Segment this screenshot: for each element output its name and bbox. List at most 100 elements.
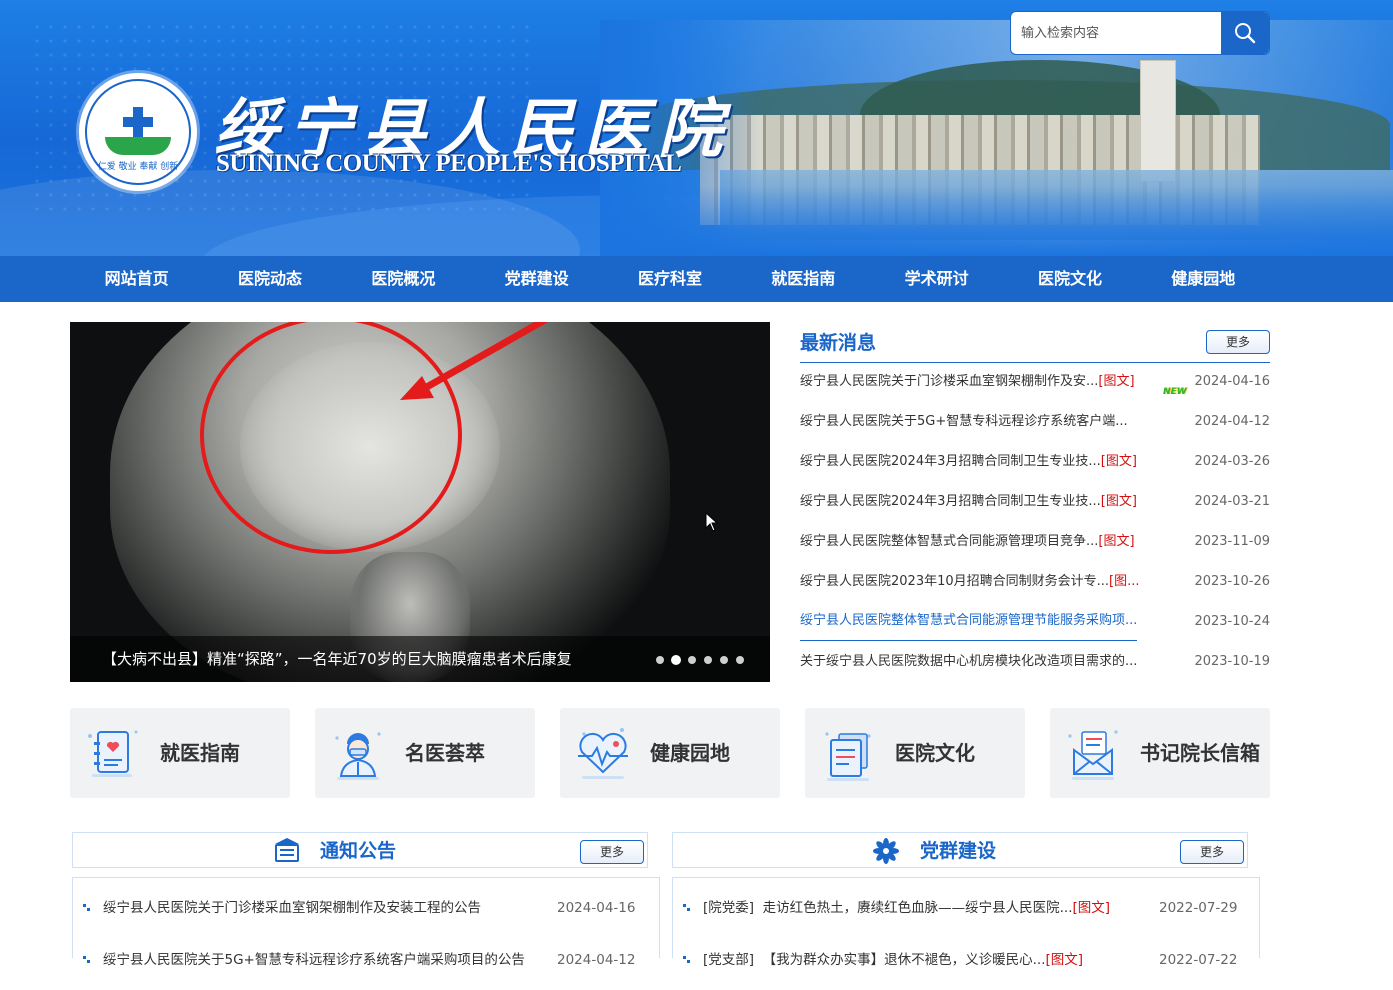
news-date: 2024-03-26 bbox=[1194, 454, 1270, 469]
news-tag: [图... bbox=[1109, 574, 1140, 589]
news-date: 2024-04-16 bbox=[1194, 374, 1270, 389]
main-nav: 网站首页 医院动态 医院概况 党群建设 医疗科室 就医指南 学术研讨 医院文化 … bbox=[0, 256, 1393, 302]
news-item[interactable]: 绥宁县人民医院整体智慧式合同能源管理项目竞争...[图文] 2023-11-09 bbox=[800, 522, 1270, 562]
notice-list: 绥宁县人民医院关于门诊楼采血室钢架棚制作及安装工程的公告 2024-04-16 … bbox=[72, 877, 660, 968]
search-icon bbox=[1235, 23, 1256, 44]
notice-date: 2024-04-16 bbox=[557, 900, 636, 916]
latest-news-title: 最新消息 bbox=[800, 332, 877, 354]
quick-link-label: 就医指南 bbox=[160, 741, 240, 765]
news-tag: [图文] bbox=[1072, 900, 1111, 916]
quick-link-label: 健康园地 bbox=[650, 741, 730, 765]
search-input[interactable] bbox=[1011, 12, 1221, 54]
nav-item-home[interactable]: 网站首页 bbox=[70, 256, 203, 302]
logo-motto: 仁爱 敬业 奉献 创新 bbox=[97, 162, 179, 172]
hospital-logo[interactable]: 仁爱 敬业 奉献 创新 bbox=[79, 73, 197, 191]
slider-dot[interactable] bbox=[656, 656, 664, 664]
nav-item-health[interactable]: 健康园地 bbox=[1137, 256, 1270, 302]
nav-item-party[interactable]: 党群建设 bbox=[470, 256, 603, 302]
notice-board-icon bbox=[275, 838, 299, 862]
news-slider[interactable]: 【大病不出县】精准“探路”，一名年近70岁的巨大脑膜瘤患者术后康复 bbox=[70, 322, 770, 682]
party-date: 2022-07-22 bbox=[1159, 952, 1238, 968]
quick-link-label: 医院文化 bbox=[895, 741, 975, 765]
news-item[interactable]: 绥宁县人民医院2024年3月招聘合同制卫生专业技...[图文] 2024-03-… bbox=[800, 442, 1270, 482]
latest-news-header: 最新消息 更多 bbox=[800, 322, 1270, 363]
medical-cross-icon bbox=[123, 107, 153, 137]
news-item[interactable]: 绥宁县人民医院2024年3月招聘合同制卫生专业技...[图文] 2024-03-… bbox=[800, 482, 1270, 522]
news-item[interactable]: 绥宁县人民医院关于5G+智慧专科远程诊疗系统客户端... 2024-04-12 bbox=[800, 402, 1270, 442]
heart-pulse-icon bbox=[578, 728, 628, 779]
search-box bbox=[1010, 11, 1270, 55]
news-item[interactable]: 绥宁县人民医院2023年10月招聘合同制财务会计专...[图... 2023-1… bbox=[800, 562, 1270, 602]
party-item[interactable]: [院党委] 走访红色热土，赓续红色血脉——绥宁县人民医院...[图文] 2022… bbox=[673, 878, 1259, 938]
party-title: 党群建设 bbox=[920, 840, 997, 862]
slide-caption[interactable]: 【大病不出县】精准“探路”，一名年近70岁的巨大脑膜瘤患者术后康复 bbox=[102, 636, 572, 682]
site-header: 仁爱 敬业 奉献 创新 绥宁县人民医院 SUINING COUNTY PEOPL… bbox=[0, 0, 1393, 256]
nav-item-culture[interactable]: 医院文化 bbox=[1003, 256, 1136, 302]
mailbox-icon bbox=[1068, 730, 1118, 780]
news-tag: [图文] bbox=[1045, 952, 1084, 968]
news-tag: [图文] bbox=[1100, 494, 1137, 509]
quick-link-guide[interactable]: 就医指南 bbox=[70, 708, 290, 798]
bullet-icon bbox=[83, 956, 91, 964]
new-badge: NEW bbox=[1163, 387, 1187, 397]
nav-item-overview[interactable]: 医院概况 bbox=[337, 256, 470, 302]
documents-icon bbox=[825, 732, 871, 781]
slider-dot[interactable] bbox=[704, 656, 712, 664]
doctor-icon bbox=[335, 732, 381, 780]
news-tag: [图文] bbox=[1098, 534, 1135, 549]
slider-dot-active[interactable] bbox=[672, 656, 680, 664]
slider-dot[interactable] bbox=[720, 656, 728, 664]
notice-section: 通知公告 更多 绥宁县人民医院关于门诊楼采血室钢架棚制作及安装工程的公告 202… bbox=[72, 832, 660, 968]
party-section: 党群建设 更多 [院党委] 走访红色热土，赓续红色血脉——绥宁县人民医院...[… bbox=[672, 832, 1260, 968]
bullet-icon bbox=[683, 956, 691, 964]
bullet-icon bbox=[683, 904, 691, 912]
news-item[interactable]: 关于绥宁县人民医院数据中心机房模块化改造项目需求的... 2023-10-19 bbox=[800, 642, 1270, 682]
site-title-en: SUINING COUNTY PEOPLE'S HOSPITAL bbox=[216, 150, 682, 177]
notice-item[interactable]: 绥宁县人民医院关于门诊楼采血室钢架棚制作及安装工程的公告 2024-04-16 bbox=[73, 878, 659, 938]
mouse-cursor-icon bbox=[705, 512, 719, 532]
quick-link-label: 书记院长信箱 bbox=[1140, 741, 1260, 765]
red-arrow-icon bbox=[400, 322, 549, 400]
latest-news-panel: 最新消息 更多 绥宁县人民医院关于门诊楼采血室钢架棚制作及安...[图文] NE… bbox=[800, 322, 1270, 682]
news-date: 2023-10-24 bbox=[1194, 614, 1270, 629]
party-date: 2022-07-29 bbox=[1159, 900, 1238, 916]
quick-link-health[interactable]: 健康园地 bbox=[560, 708, 780, 798]
party-category: [党支部] bbox=[703, 952, 755, 968]
quick-link-doctors[interactable]: 名医荟萃 bbox=[315, 708, 535, 798]
notice-more-button[interactable]: 更多 bbox=[580, 840, 644, 864]
bullet-icon bbox=[83, 904, 91, 912]
news-item-hovered[interactable]: 绥宁县人民医院整体智慧式合同能源管理节能服务采购项... 2023-10-24 bbox=[800, 602, 1270, 642]
news-date: 2023-11-09 bbox=[1194, 534, 1270, 549]
party-flower-icon bbox=[873, 838, 899, 864]
slider-dot[interactable] bbox=[688, 656, 696, 664]
notice-date: 2024-04-12 bbox=[557, 952, 636, 968]
nav-item-guide[interactable]: 就医指南 bbox=[737, 256, 870, 302]
notice-title: 通知公告 bbox=[320, 840, 397, 862]
notice-item[interactable]: 绥宁县人民医院关于5G+智慧专科远程诊疗系统客户端采购项目的公告 2024-04… bbox=[73, 930, 659, 990]
latest-more-button[interactable]: 更多 bbox=[1206, 330, 1270, 354]
party-list: [院党委] 走访红色热土，赓续红色血脉——绥宁县人民医院...[图文] 2022… bbox=[672, 877, 1260, 968]
notice-header: 通知公告 更多 bbox=[72, 832, 648, 868]
news-date: 2024-04-12 bbox=[1194, 414, 1270, 429]
slide-caption-bar: 【大病不出县】精准“探路”，一名年近70岁的巨大脑膜瘤患者术后康复 bbox=[70, 636, 770, 682]
party-header: 党群建设 更多 bbox=[672, 832, 1248, 868]
quick-link-label: 名医荟萃 bbox=[405, 741, 485, 765]
news-tag: [图文] bbox=[1098, 374, 1135, 389]
slider-dots bbox=[656, 656, 744, 664]
quick-links: 就医指南 名医荟萃 健康园地 医院文化 书记院长信箱 bbox=[70, 708, 1270, 798]
nav-item-academic[interactable]: 学术研讨 bbox=[870, 256, 1003, 302]
party-item[interactable]: [党支部] 【我为群众办实事】退休不褪色，义诊暖民心...[图文] 2022-0… bbox=[673, 930, 1259, 990]
quick-link-culture[interactable]: 医院文化 bbox=[805, 708, 1025, 798]
news-date: 2024-03-21 bbox=[1194, 494, 1270, 509]
party-more-button[interactable]: 更多 bbox=[1180, 840, 1244, 864]
news-item[interactable]: 绥宁县人民医院关于门诊楼采血室钢架棚制作及安...[图文] NEW 2024-0… bbox=[800, 362, 1270, 402]
nav-item-news[interactable]: 医院动态 bbox=[203, 256, 336, 302]
slider-dot[interactable] bbox=[736, 656, 744, 664]
news-date: 2023-10-26 bbox=[1194, 574, 1270, 589]
quick-link-mailbox[interactable]: 书记院长信箱 bbox=[1050, 708, 1270, 798]
nav-item-departments[interactable]: 医疗科室 bbox=[603, 256, 736, 302]
news-date: 2023-10-19 bbox=[1194, 654, 1270, 669]
party-category: [院党委] bbox=[703, 900, 755, 916]
search-button[interactable] bbox=[1221, 12, 1269, 54]
clipboard-heart-icon bbox=[88, 730, 138, 777]
